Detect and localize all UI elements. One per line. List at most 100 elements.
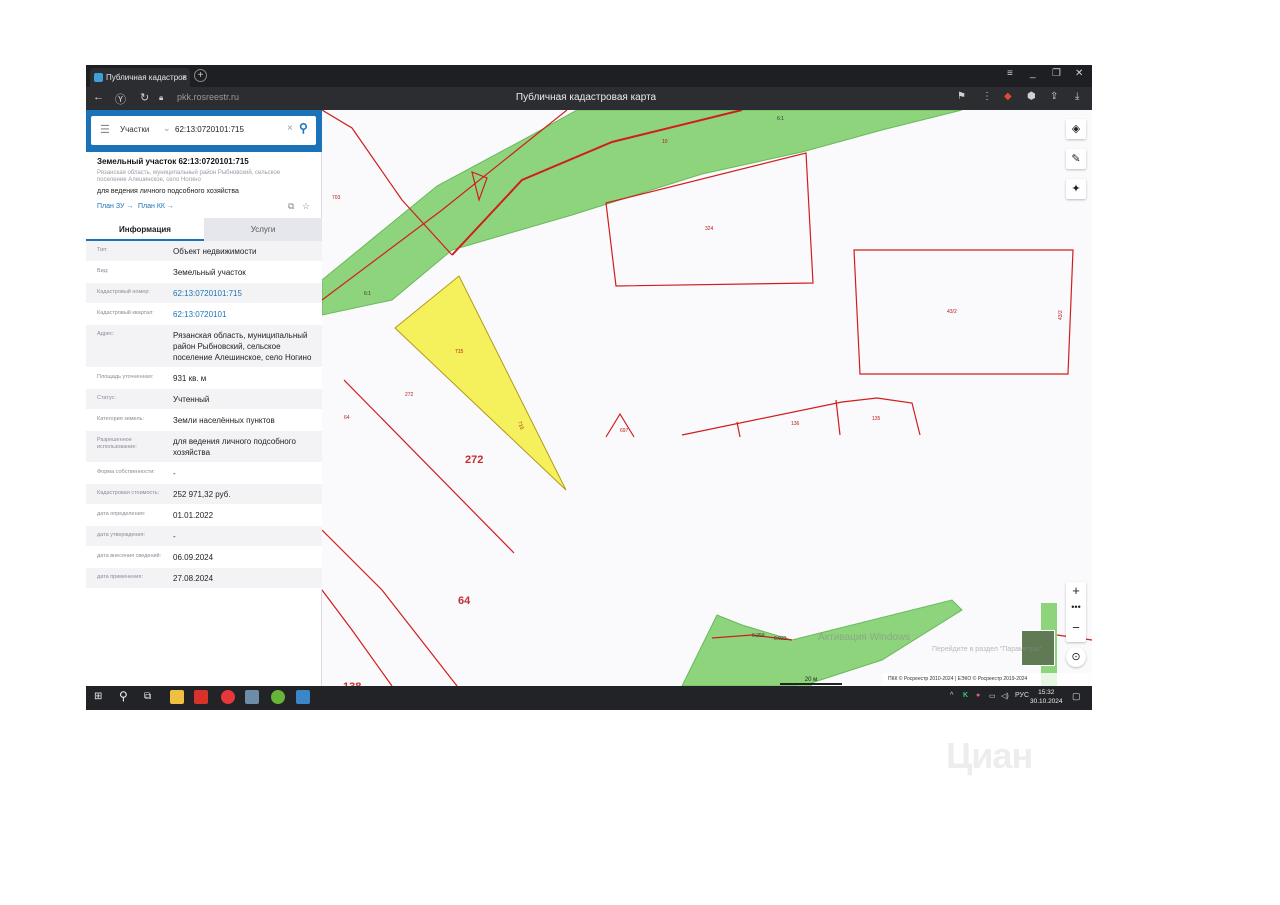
file-explorer-icon[interactable] xyxy=(170,690,184,704)
info-value: - xyxy=(173,469,176,478)
cadastral-quarter-link[interactable]: 62:13:0720101 xyxy=(173,309,313,320)
protect-icon[interactable]: ⬢ xyxy=(1027,91,1036,102)
browser-tab[interactable]: Публичная кадастров × xyxy=(90,68,190,87)
app-icon[interactable] xyxy=(245,690,259,704)
windows-start-icon[interactable]: ⊞ xyxy=(94,691,102,702)
tray-chevron-icon[interactable]: ^ xyxy=(950,692,953,699)
search-panel: ☰ Участки ⌄ 62:13:0720101:715 × ⚲ xyxy=(86,110,322,152)
back-icon[interactable]: ← xyxy=(93,91,104,103)
cadastral-map[interactable]: 703 6:1 6:1 10 324 43/2 43/2 715 715 272… xyxy=(322,110,1092,686)
info-row: Категория земель: Земли населённых пункто… xyxy=(86,410,322,431)
star-icon[interactable]: ☆ xyxy=(302,201,310,212)
zoom-out-button[interactable]: − xyxy=(1066,620,1086,635)
info-value: 252 971,32 руб. xyxy=(173,490,231,499)
volume-icon[interactable]: ◁) xyxy=(1001,692,1009,700)
info-value: 931 кв. м xyxy=(173,374,207,383)
plan-zu-link[interactable]: План ЗУ → xyxy=(97,203,133,210)
map-label: 6:923 xyxy=(774,636,787,642)
tab-title: Публичная кадастров xyxy=(106,73,187,82)
page-title: Публичная кадастровая карта xyxy=(515,92,657,103)
bookmark-icon[interactable]: ⚑ xyxy=(957,91,966,102)
app-blue-icon[interactable] xyxy=(296,690,310,704)
chevron-down-icon[interactable]: ⌄ xyxy=(163,123,171,134)
parcel-title: Земельный участок 62:13:0720101:715 xyxy=(97,157,249,166)
zoom-more-icon[interactable]: ••• xyxy=(1066,602,1086,612)
zoom-in-button[interactable]: + xyxy=(1066,583,1086,598)
restore-icon[interactable]: ❐ xyxy=(1052,68,1061,79)
compass-icon[interactable]: ⊙ xyxy=(1066,647,1086,667)
close-window-icon[interactable]: ✕ xyxy=(1075,68,1083,79)
info-value: 01.01.2022 xyxy=(173,511,214,520)
reload-icon[interactable]: ↻ xyxy=(140,91,149,104)
minimize-icon[interactable]: _ xyxy=(1030,68,1036,79)
layers-icon[interactable]: ◈ xyxy=(1066,119,1086,139)
map-label: 136 xyxy=(791,421,800,427)
share-icon[interactable]: ⇪ xyxy=(1050,91,1058,102)
map-canvas[interactable]: 703 6:1 6:1 10 324 43/2 43/2 715 715 272… xyxy=(322,110,1092,686)
map-label: 64 xyxy=(344,415,350,421)
site-favicon-icon xyxy=(94,73,103,82)
parcel-purpose: для ведения личного подсобного хозяйства xyxy=(97,188,239,195)
info-row: Статус: Учтенный xyxy=(86,389,322,410)
browser-tab-bar: Публичная кадастров × + ≡ _ ❐ ✕ xyxy=(86,65,1092,87)
ruler-icon[interactable]: ✎ xyxy=(1066,149,1086,169)
kaspersky-icon[interactable]: K xyxy=(963,692,968,699)
map-label: 43/2 xyxy=(1058,310,1064,320)
tray-app-icon[interactable]: ● xyxy=(976,692,980,699)
pdf-reader-icon[interactable] xyxy=(194,690,208,704)
search-icon[interactable]: ⚲ xyxy=(299,121,308,135)
lock-icon: 🔒︎ xyxy=(159,93,164,102)
tab-close-icon[interactable]: × xyxy=(182,68,187,87)
task-view-icon[interactable]: ⧉ xyxy=(144,691,151,702)
yandex-browser-icon[interactable] xyxy=(221,690,235,704)
url-field[interactable]: pkk.rosreestr.ru xyxy=(177,92,239,102)
info-row: Адрес: Рязанская область, муниципальный р… xyxy=(86,325,322,368)
copy-icon[interactable]: ⧉ xyxy=(288,201,294,212)
sidebar-tabs: Информация Услуги xyxy=(86,218,322,241)
info-value: Земельный участок xyxy=(173,268,246,277)
yandex-icon[interactable]: Ⓨ xyxy=(115,91,126,107)
boundary-line xyxy=(736,421,741,438)
info-key: Кадастровый номер: xyxy=(97,289,150,295)
search-input[interactable]: 62:13:0720101:715 xyxy=(175,125,244,134)
info-row: Кадастровая стоимость: 252 971,32 руб. xyxy=(86,484,322,505)
green-zone-upper[interactable] xyxy=(322,110,963,316)
search-taskbar-icon[interactable]: ⚲ xyxy=(119,689,128,703)
info-key: Статус: xyxy=(97,395,116,401)
clear-icon[interactable]: × xyxy=(287,123,293,134)
info-row: дата применения: 27.08.2024 xyxy=(86,568,322,589)
info-row: Площадь уточненная: 931 кв. м xyxy=(86,368,322,389)
clock-date: 30.10.2024 xyxy=(1030,698,1063,705)
scale-bar: 20 м xyxy=(780,677,842,685)
zoom-controls: + ••• − xyxy=(1066,582,1086,642)
map-copyright: ПКК © Росреестр 2010-2024 | ЕЭКО © Росре… xyxy=(882,673,1092,686)
tab-services[interactable]: Услуги xyxy=(204,218,322,241)
info-key: Площадь уточненная: xyxy=(97,374,154,380)
plan-kk-link[interactable]: План КК → xyxy=(138,203,174,210)
browser-address-bar: ← Ⓨ ↻ 🔒︎ pkk.rosreestr.ru Публичная када… xyxy=(86,87,1092,110)
app-green-icon[interactable] xyxy=(271,690,285,704)
new-tab-button[interactable]: + xyxy=(194,69,207,82)
download-icon[interactable]: ⤓ xyxy=(1075,91,1079,102)
info-key: Адрес: xyxy=(97,331,115,337)
more-icon[interactable]: ⋮ xyxy=(982,91,992,102)
locate-icon[interactable]: ✦ xyxy=(1066,179,1086,199)
info-value: 06.09.2024 xyxy=(173,553,214,562)
boundary-line xyxy=(322,589,393,686)
windows-taskbar: ⊞ ⚲ ⧉ ^ K ● ▭ ◁) РУС 15:32 30.10.2024 ▢ xyxy=(86,686,1092,710)
cian-watermark: Циан xyxy=(946,735,1033,776)
boundary-line xyxy=(322,529,458,686)
search-type-select[interactable]: Участки xyxy=(120,125,149,134)
extension-icon[interactable]: ◆ xyxy=(1004,91,1012,102)
network-icon[interactable]: ▭ xyxy=(989,692,996,700)
info-key: Категория земель: xyxy=(97,416,145,422)
cadastral-number-link[interactable]: 62:13:0720101:715 xyxy=(173,288,313,299)
tab-info[interactable]: Информация xyxy=(86,218,204,241)
language-indicator[interactable]: РУС xyxy=(1015,692,1029,699)
info-key: Кадастровая стоимость: xyxy=(97,490,160,496)
clock[interactable]: 15:32 30.10.2024 xyxy=(1030,688,1063,706)
map-label: 324 xyxy=(705,226,714,232)
hamburger-icon[interactable]: ☰ xyxy=(100,123,110,136)
notification-icon[interactable]: ▢ xyxy=(1072,691,1081,702)
menu-icon[interactable]: ≡ xyxy=(1007,68,1013,79)
